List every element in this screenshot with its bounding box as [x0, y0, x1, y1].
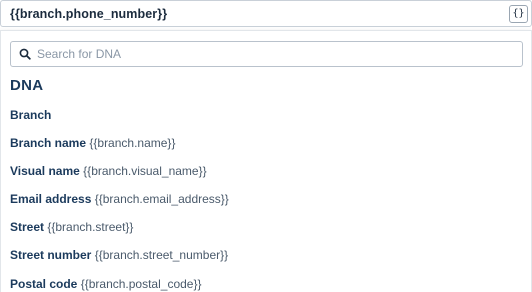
item-label: Email address: [10, 192, 92, 206]
item-token: {{branch.street}}: [47, 220, 134, 234]
phone-number-field[interactable]: {{branch.phone_number}} {}: [0, 0, 532, 27]
item-label: Postal code: [10, 277, 78, 291]
dna-item-visual-name[interactable]: Visual name {{branch.visual_name}}: [10, 164, 207, 178]
item-token: {{branch.street_number}}: [94, 248, 229, 262]
group-title-branch: Branch: [10, 108, 52, 122]
item-label: Street number: [10, 248, 92, 262]
field-value: {{branch.phone_number}}: [10, 7, 168, 21]
item-token: {{branch.name}}: [89, 136, 176, 150]
insert-variable-button[interactable]: {}: [509, 5, 528, 23]
item-token: {{branch.email_address}}: [94, 192, 229, 206]
search-icon: [19, 48, 31, 60]
search-box[interactable]: [10, 41, 523, 67]
item-token: {{branch.postal_code}}: [80, 277, 202, 291]
dna-item-street[interactable]: Street {{branch.street}}: [10, 220, 133, 234]
dna-section-title: DNA: [10, 77, 44, 94]
curly-braces-icon: {}: [512, 8, 525, 19]
dna-item-email-address[interactable]: Email address {{branch.email_address}}: [10, 192, 229, 206]
item-label: Street: [10, 220, 45, 234]
item-label: Branch name: [10, 136, 87, 150]
dna-dropdown-panel: DNA Branch Branch name {{branch.name}} V…: [0, 30, 532, 292]
dna-item-postal-code[interactable]: Postal code {{branch.postal_code}}: [10, 277, 201, 291]
search-input[interactable]: [37, 45, 517, 63]
dna-item-branch-name[interactable]: Branch name {{branch.name}}: [10, 136, 175, 150]
dna-item-street-number[interactable]: Street number {{branch.street_number}}: [10, 248, 228, 262]
item-label: Visual name: [10, 164, 80, 178]
item-token: {{branch.visual_name}}: [83, 164, 207, 178]
